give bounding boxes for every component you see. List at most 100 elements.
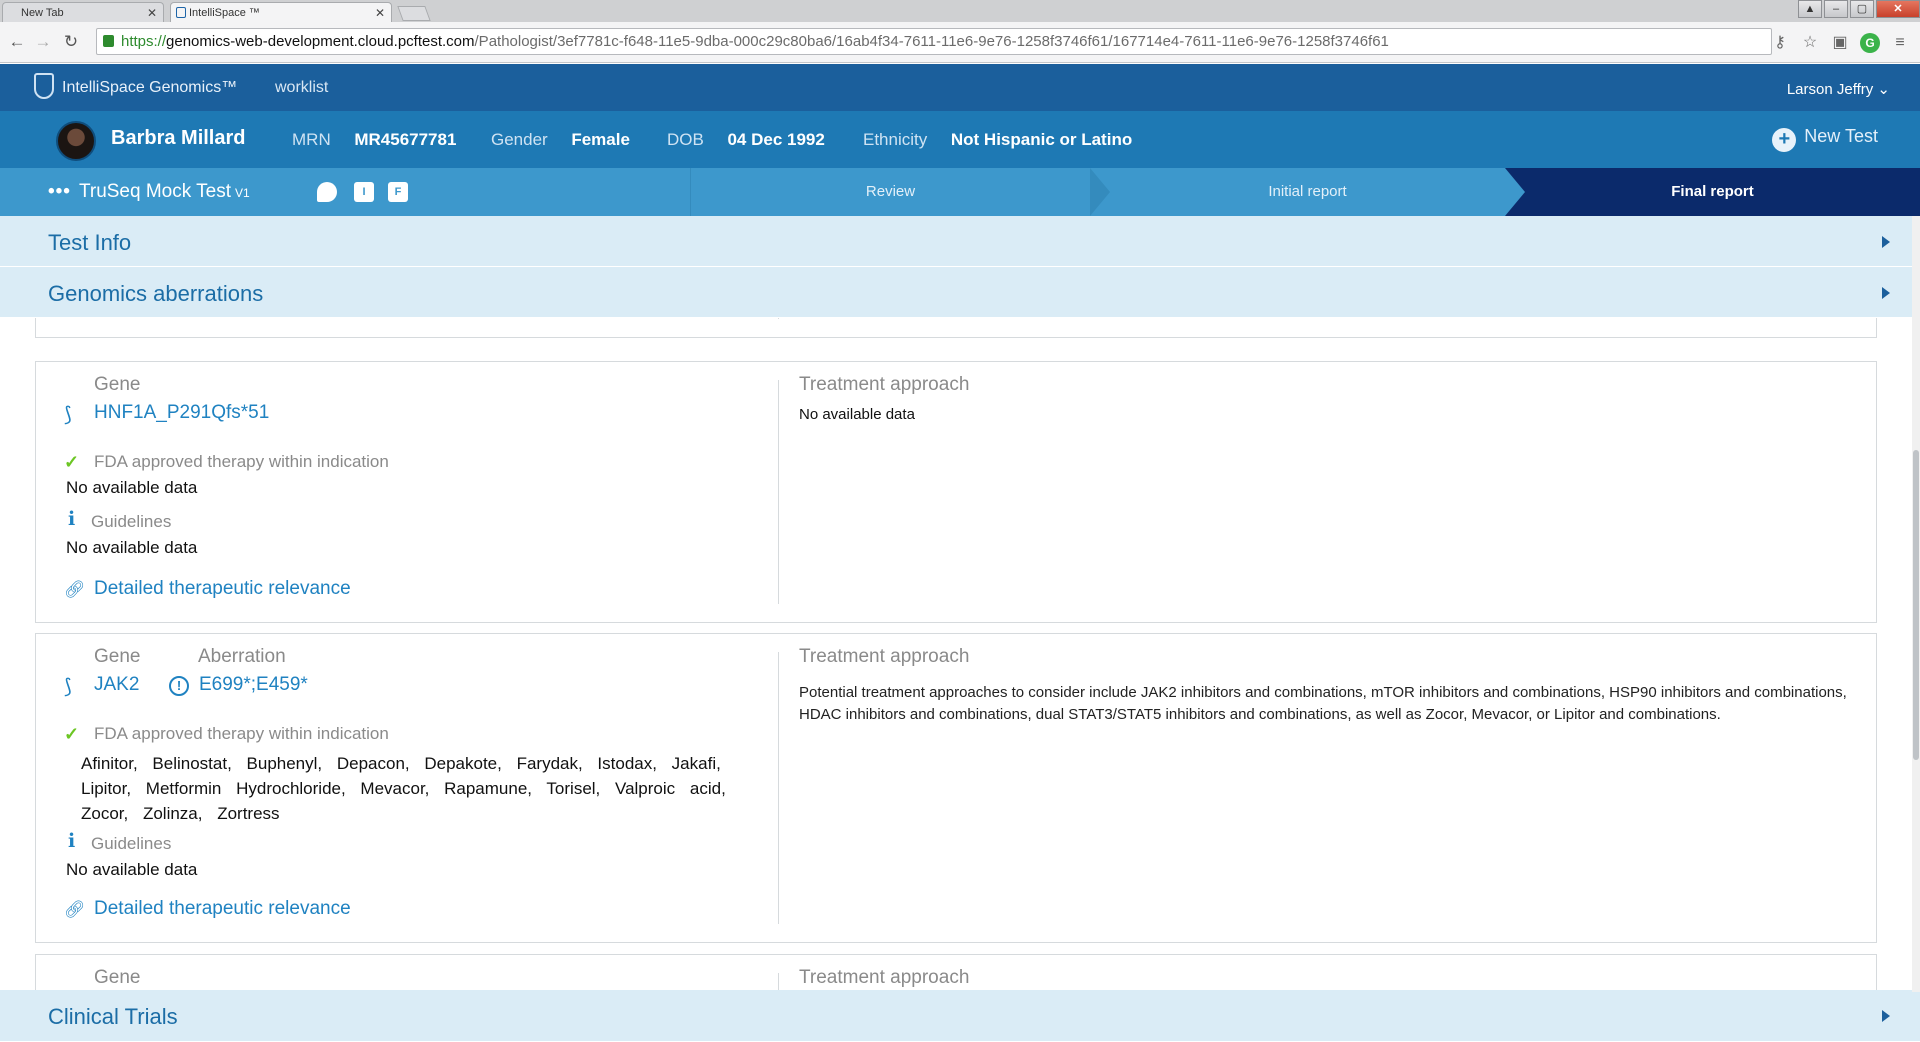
card-divider bbox=[778, 973, 779, 990]
avatar bbox=[56, 121, 96, 161]
more-icon[interactable]: ••• bbox=[48, 181, 71, 202]
star-icon[interactable]: ☆ bbox=[1800, 33, 1820, 53]
gene-label: Gene bbox=[94, 646, 141, 667]
tab-title: IntelliSpace ™ bbox=[189, 7, 260, 19]
workflow-step-bar: ••• TruSeq Mock Test V1 I F Review Initial… bbox=[0, 168, 1920, 216]
lock-icon bbox=[103, 35, 114, 47]
menu-icon[interactable]: ≡ bbox=[1890, 33, 1910, 53]
fda-label: FDA approved therapy within indication bbox=[94, 724, 389, 743]
maximize-icon[interactable]: ▢ bbox=[1850, 0, 1874, 18]
info-icon: i bbox=[68, 830, 76, 852]
link-icon: 🔗︎ bbox=[64, 900, 86, 919]
fda-therapy-list: Afinitor, Belinostat, Buphenyl, Depacon,… bbox=[81, 754, 726, 823]
fda-value: No available data bbox=[66, 478, 198, 497]
aberration-link[interactable]: E699*;E459* bbox=[199, 674, 308, 696]
user-icon[interactable]: ▲ bbox=[1798, 0, 1822, 18]
dob-label: DOB bbox=[667, 130, 704, 149]
address-bar[interactable]: https://genomics-web-development.cloud.p… bbox=[96, 28, 1772, 55]
treatment-value: No available data bbox=[799, 406, 915, 423]
mrn-field: MRN MR45677781 bbox=[292, 130, 456, 150]
initial-report-icon[interactable]: I bbox=[354, 182, 374, 202]
scrollbar-thumb[interactable] bbox=[1913, 450, 1919, 760]
new-tab-button[interactable] bbox=[397, 6, 431, 21]
section-test-info[interactable]: Test Info bbox=[0, 216, 1920, 267]
treatment-label: Treatment approach bbox=[799, 967, 970, 988]
url-scheme: https:// bbox=[121, 33, 167, 50]
guidelines-label: Guidelines bbox=[91, 512, 172, 531]
detailed-relevance-link[interactable]: Detailed therapeutic relevance bbox=[94, 318, 351, 319]
treatment-label: Treatment approach bbox=[799, 646, 970, 667]
test-version: V1 bbox=[235, 186, 250, 200]
guidelines-label: Guidelines bbox=[91, 834, 172, 853]
gender-label: Gender bbox=[491, 130, 548, 149]
plus-icon: + bbox=[1772, 128, 1797, 152]
user-menu[interactable]: Larson Jeffry ⌄ bbox=[1787, 80, 1890, 98]
philips-shield-icon bbox=[176, 7, 186, 18]
toolbar-actions: ⚷ ☆ ▣ G ≡ bbox=[1770, 33, 1910, 53]
card-divider bbox=[778, 380, 779, 604]
step-review[interactable]: Review bbox=[690, 168, 1090, 216]
section-clinical-trials[interactable]: Clinical Trials bbox=[0, 990, 1920, 1042]
section-genomic-aberrations[interactable]: Genomics aberrations bbox=[0, 267, 1920, 318]
close-icon[interactable]: ✕ bbox=[147, 3, 157, 23]
aberration-label: Aberration bbox=[198, 646, 286, 667]
step-final-report[interactable]: Final report bbox=[1505, 168, 1920, 216]
browser-toolbar: ← → ↻ https://genomics-web-development.c… bbox=[0, 22, 1920, 63]
section-title: Genomics aberrations bbox=[48, 281, 264, 306]
gene-label: Gene bbox=[94, 967, 141, 988]
key-icon[interactable]: ⚷ bbox=[1770, 33, 1790, 53]
final-report-icon[interactable]: F bbox=[388, 182, 408, 202]
section-title: Clinical Trials bbox=[48, 1004, 178, 1029]
url-path: /Pathologist/3ef7781c-f648-11e5-9dba-000… bbox=[474, 33, 1389, 50]
gene-link[interactable]: JAK2 bbox=[94, 674, 139, 696]
tab-new-tab[interactable]: New Tab ✕ bbox=[2, 2, 164, 22]
grammarly-icon[interactable]: G bbox=[1860, 33, 1880, 53]
ethnicity-label: Ethnicity bbox=[863, 130, 928, 149]
minimize-icon[interactable]: – bbox=[1824, 0, 1848, 18]
aberration-card: Gene ⟆ HNF1A_P291Qfs*51 ✓ FDA approved t… bbox=[35, 361, 1877, 623]
alert-icon: ! bbox=[169, 676, 189, 696]
dob-field: DOB 04 Dec 1992 bbox=[667, 130, 825, 150]
close-window-icon[interactable]: ✕ bbox=[1876, 0, 1920, 18]
back-icon[interactable]: ← bbox=[6, 31, 28, 53]
fda-label: FDA approved therapy within indication bbox=[94, 452, 389, 471]
ethnicity-value: Not Hispanic or Latino bbox=[950, 130, 1133, 149]
aberration-card: Gene Aberration ⟆ JAK2 ! E699*;E459* ✓ F… bbox=[35, 633, 1877, 943]
chevron-right-icon bbox=[1882, 1010, 1890, 1022]
browser-tab-bar: New Tab ✕ IntelliSpace ™ ✕ ▲ – ▢ ✕ bbox=[0, 0, 1920, 22]
card-divider bbox=[778, 318, 779, 319]
reload-icon[interactable]: ↻ bbox=[60, 31, 82, 53]
detailed-relevance-link[interactable]: Detailed therapeutic relevance bbox=[94, 898, 351, 920]
chat-icon[interactable] bbox=[317, 182, 337, 202]
tab-title: New Tab bbox=[21, 7, 64, 19]
mrn-label: MRN bbox=[292, 130, 331, 149]
extension-icon[interactable]: ▣ bbox=[1830, 33, 1850, 53]
link-icon: 🔗︎ bbox=[64, 318, 86, 319]
chevron-right-icon bbox=[1882, 236, 1890, 248]
close-icon[interactable]: ✕ bbox=[375, 3, 385, 23]
gender-value: Female bbox=[571, 130, 630, 149]
step-separator bbox=[1505, 168, 1525, 216]
test-title[interactable]: ••• TruSeq Mock Test V1 bbox=[48, 181, 250, 203]
philips-shield-icon bbox=[34, 73, 54, 99]
new-test-button[interactable]: + New Test bbox=[1772, 126, 1878, 152]
dob-value: 04 Dec 1992 bbox=[727, 130, 825, 149]
detailed-relevance-link[interactable]: Detailed therapeutic relevance bbox=[94, 578, 351, 600]
app-brand[interactable]: IntelliSpace Genomics™ bbox=[62, 79, 237, 97]
gene-icon: ⟆ bbox=[64, 404, 72, 426]
guidelines-value: No available data bbox=[66, 538, 198, 557]
forward-icon[interactable]: → bbox=[32, 31, 54, 53]
gene-link[interactable]: HNF1A_P291Qfs*51 bbox=[94, 402, 269, 424]
check-icon: ✓ bbox=[64, 452, 80, 472]
ethnicity-field: Ethnicity Not Hispanic or Latino bbox=[863, 130, 1132, 150]
tab-intellispace[interactable]: IntelliSpace ™ ✕ bbox=[170, 2, 392, 22]
step-initial-report[interactable]: Initial report bbox=[1110, 168, 1505, 216]
info-icon: i bbox=[68, 508, 76, 530]
gender-field: Gender Female bbox=[491, 130, 630, 150]
new-test-label: New Test bbox=[1804, 126, 1878, 146]
aberrations-list[interactable]: 🔗︎ Detailed therapeutic relevance Gene ⟆… bbox=[0, 318, 1920, 990]
patient-name: Barbra Millard bbox=[111, 127, 246, 149]
mrn-value: MR45677781 bbox=[354, 130, 457, 149]
patient-bar: Barbra Millard MRN MR45677781 Gender Fem… bbox=[0, 111, 1920, 168]
nav-worklist-link[interactable]: worklist bbox=[275, 79, 328, 97]
